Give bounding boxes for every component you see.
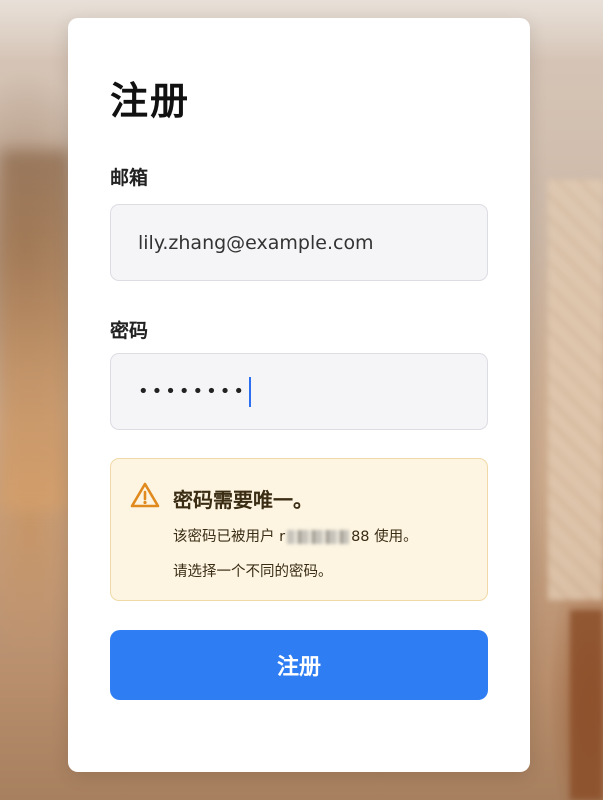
email-value: lily.zhang@example.com — [138, 231, 374, 254]
password-field[interactable]: •••••••• — [110, 353, 488, 430]
text-cursor — [248, 376, 251, 407]
password-value: •••••••• — [138, 381, 247, 402]
background-wall — [0, 150, 70, 510]
email-field[interactable]: lily.zhang@example.com — [110, 204, 488, 281]
password-warning: 密码需要唯一。 该密码已被用户 r 88 使用。 请选择一个不同的密码。 — [110, 458, 488, 601]
warning-line-1: 该密码已被用户 r 88 使用。 — [173, 525, 418, 546]
register-card: 注册 邮箱 lily.zhang@example.com 密码 ••••••••… — [68, 18, 530, 772]
warning-triangle-icon — [130, 482, 160, 508]
redacted-username — [287, 530, 350, 544]
page-title: 注册 — [110, 79, 191, 123]
password-label: 密码 — [110, 320, 149, 342]
warning-line-1-suffix: 88 使用。 — [351, 529, 418, 545]
background-furniture — [570, 610, 603, 800]
register-button[interactable]: 注册 — [110, 630, 488, 700]
background-tiles — [548, 180, 603, 600]
warning-line-1-prefix: 该密码已被用户 r — [173, 529, 286, 545]
email-label: 邮箱 — [110, 167, 149, 189]
warning-line-2: 请选择一个不同的密码。 — [173, 564, 333, 580]
warning-title: 密码需要唯一。 — [173, 488, 313, 512]
